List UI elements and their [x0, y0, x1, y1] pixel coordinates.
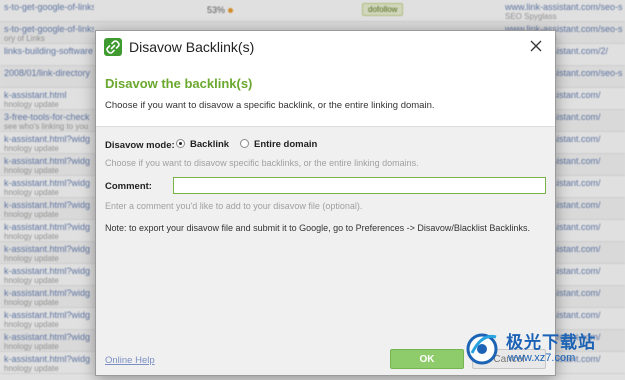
- dialog-header: Disavow the backlink(s) Choose if you wa…: [96, 63, 555, 127]
- comment-label: Comment:: [105, 181, 152, 192]
- radio-circle-checked: [176, 139, 185, 148]
- online-help-link[interactable]: Online Help: [105, 355, 155, 366]
- dialog-title: Disavow Backlink(s): [129, 39, 255, 55]
- watermark-logo-icon: [466, 333, 498, 365]
- close-icon: [530, 40, 542, 52]
- disavow-mode-label: Disavow mode:: [105, 140, 175, 151]
- watermark: 极光下载站 www.xz7.com: [462, 323, 622, 373]
- export-note: Note: to export your disavow file and su…: [105, 223, 530, 233]
- close-button[interactable]: [524, 36, 548, 58]
- watermark-text: 极光下载站: [506, 333, 596, 352]
- dialog-titlebar: Disavow Backlink(s): [96, 31, 555, 63]
- header-description: Choose if you want to disavow a specific…: [105, 100, 435, 111]
- ok-button[interactable]: OK: [390, 349, 464, 369]
- radio-backlink[interactable]: Backlink: [176, 139, 236, 151]
- radio-circle: [240, 139, 249, 148]
- comment-hint: Enter a comment you'd like to add to you…: [105, 201, 363, 211]
- watermark-url: www.xz7.com: [508, 352, 576, 364]
- radio-backlink-label: Backlink: [190, 139, 230, 150]
- disavow-mode-hint: Choose if you want to disavow specific b…: [105, 158, 419, 168]
- radio-entire-domain[interactable]: Entire domain: [240, 139, 320, 151]
- link-icon: [104, 38, 122, 56]
- header-title: Disavow the backlink(s): [105, 76, 253, 91]
- radio-entire-domain-label: Entire domain: [254, 139, 318, 150]
- comment-input[interactable]: [173, 177, 546, 194]
